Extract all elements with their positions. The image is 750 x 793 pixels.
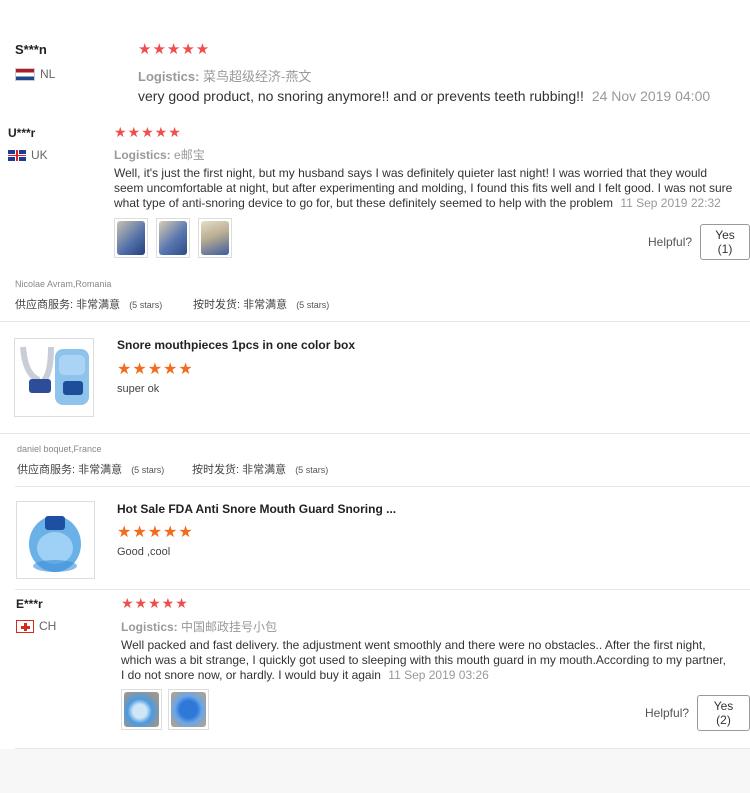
product-image[interactable] xyxy=(16,501,95,579)
shipping-rating: 按时发货: 非常满意 (5 stars) xyxy=(192,461,328,477)
shipping-label: 按时发货: xyxy=(192,464,240,476)
review-date: 11 Sep 2019 03:26 xyxy=(388,668,489,682)
service-label: 供应商服务: xyxy=(15,299,74,311)
product-title[interactable]: Snore mouthpieces 1pcs in one color box xyxy=(117,338,355,352)
logistics-value: e邮宝 xyxy=(174,148,205,162)
divider xyxy=(0,321,750,322)
review-date: 11 Sep 2019 22:32 xyxy=(620,196,721,210)
logistics-info: Logistics: 中国邮政挂号小包 xyxy=(121,618,277,635)
review-text: Well packed and fast delivery. the adjus… xyxy=(121,638,731,683)
mouth-guard-icon xyxy=(29,516,81,572)
review-text: Well, it's just the first night, but my … xyxy=(114,166,734,211)
logistics-label: Logistics: xyxy=(138,69,200,84)
review-date: 24 Nov 2019 04:00 xyxy=(591,88,711,104)
review-photo[interactable] xyxy=(198,218,232,258)
netherlands-flag-icon xyxy=(15,67,35,81)
review-photo[interactable] xyxy=(168,689,209,730)
rating-stars: ★★★★★ xyxy=(114,124,182,140)
country-code: UK xyxy=(31,148,48,162)
helpful-label: Helpful? xyxy=(645,706,690,720)
reviewer-country: UK xyxy=(8,148,48,162)
service-value: 非常满意 xyxy=(78,464,123,476)
page-footer-background xyxy=(0,749,750,793)
helpful-yes-button[interactable]: Yes (2) xyxy=(697,695,750,731)
rating-stars: ★★★★★ xyxy=(117,524,194,541)
product-image[interactable] xyxy=(14,338,94,417)
product-comment: super ok xyxy=(117,383,160,395)
country-code: NL xyxy=(40,67,56,81)
rating-stars: ★★★★★ xyxy=(121,595,189,611)
supplier-service-rating: 供应商服务: 非常满意 (5 stars) xyxy=(17,461,164,477)
logistics-info: Logistics: 菜鸟超级经济-燕文 xyxy=(138,66,311,85)
review-photos xyxy=(121,689,209,730)
service-stars: (5 stars) xyxy=(131,465,165,475)
shipping-label: 按时发货: xyxy=(193,299,241,311)
uk-flag-icon xyxy=(8,149,26,161)
supplier-service-rating: 供应商服务: 非常满意 (5 stars) xyxy=(15,296,162,312)
service-value: 非常满意 xyxy=(76,299,121,311)
logistics-info: Logistics: e邮宝 xyxy=(114,146,205,163)
review-photo[interactable] xyxy=(156,218,190,258)
service-label: 供应商服务: xyxy=(17,464,76,476)
service-stars: (5 stars) xyxy=(129,300,163,310)
product-comment: Good ,cool xyxy=(117,546,171,558)
logistics-value: 菜鸟超级经济-燕文 xyxy=(203,69,312,84)
reviewer-name: S***n xyxy=(15,42,47,57)
logistics-label: Logistics: xyxy=(121,620,178,634)
switzerland-flag-icon xyxy=(16,619,34,633)
helpful-section: Helpful? Yes (1) xyxy=(648,224,750,260)
mouthpiece-icon xyxy=(20,346,89,405)
review-text: very good product, no snoring anymore!! … xyxy=(138,89,738,104)
reviewer-country: NL xyxy=(15,67,55,81)
helpful-yes-button[interactable]: Yes (1) xyxy=(700,224,750,260)
review-photo[interactable] xyxy=(114,218,148,258)
divider xyxy=(15,589,750,590)
review-photos xyxy=(114,218,232,258)
divider xyxy=(0,433,750,434)
rating-stars: ★★★★★ xyxy=(117,361,194,378)
review-body: very good product, no snoring anymore!! … xyxy=(138,88,584,104)
order-author: daniel boquet,France xyxy=(17,444,102,454)
country-code: CH xyxy=(39,619,57,633)
order-author: Nicolae Avram,Romania xyxy=(15,279,112,289)
reviewer-country: CH xyxy=(16,619,56,633)
shipping-rating: 按时发货: 非常满意 (5 stars) xyxy=(193,296,329,312)
reviewer-name: U***r xyxy=(8,126,36,140)
divider xyxy=(15,486,750,487)
reviewer-name: E***r xyxy=(16,597,43,611)
product-title[interactable]: Hot Sale FDA Anti Snore Mouth Guard Snor… xyxy=(117,502,396,516)
logistics-value: 中国邮政挂号小包 xyxy=(181,620,278,634)
shipping-stars: (5 stars) xyxy=(296,300,330,310)
logistics-label: Logistics: xyxy=(114,148,171,162)
rating-stars: ★★★★★ xyxy=(138,41,211,58)
review-photo[interactable] xyxy=(121,689,162,730)
shipping-value: 非常满意 xyxy=(242,464,287,476)
helpful-section: Helpful? Yes (2) xyxy=(645,695,750,731)
shipping-value: 非常满意 xyxy=(243,299,288,311)
shipping-stars: (5 stars) xyxy=(295,465,329,475)
helpful-label: Helpful? xyxy=(648,235,693,249)
